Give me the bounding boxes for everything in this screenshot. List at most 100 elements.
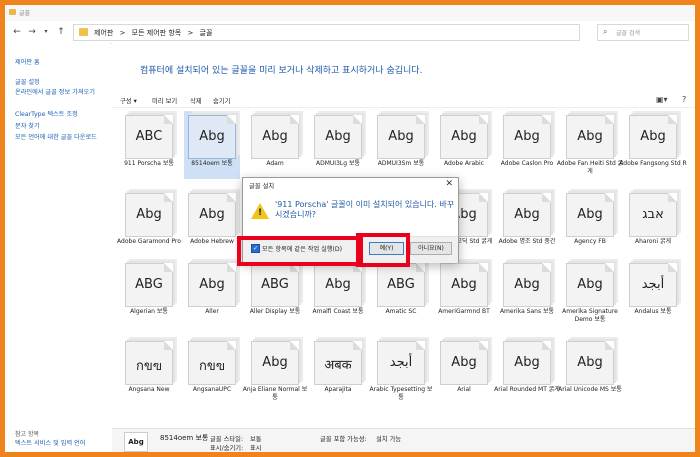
font-thumbnail: अबक bbox=[314, 341, 362, 385]
breadcrumb-separator: > bbox=[119, 29, 126, 37]
embeddability-label: 글꼴 포함 가능성: bbox=[320, 436, 367, 443]
font-sample: Abg bbox=[451, 129, 477, 144]
page-fold bbox=[479, 193, 488, 202]
font-sample: Abg bbox=[577, 355, 603, 370]
font-thumbnail: กขฃ bbox=[188, 341, 236, 385]
page-fold bbox=[668, 263, 677, 272]
close-icon[interactable]: ✕ bbox=[445, 179, 453, 189]
font-name: 8514oem 보통 bbox=[191, 160, 233, 167]
font-thumbnail: ABG bbox=[377, 263, 425, 307]
font-name: Adobe Fangsong Std R bbox=[619, 160, 687, 167]
view-options-icon[interactable]: ▣▾ bbox=[656, 95, 668, 104]
no-button[interactable]: 아니요(N) bbox=[410, 242, 452, 255]
font-thumbnail: Abg bbox=[566, 115, 614, 159]
character-map-link[interactable]: 문자 찾기 bbox=[15, 123, 107, 131]
show-hide-value: 표시 bbox=[250, 445, 262, 452]
page-fold bbox=[605, 115, 614, 124]
font-thumbnail: Abg bbox=[125, 193, 173, 237]
breadcrumb-item[interactable]: 모든 제어판 항목 bbox=[132, 29, 182, 37]
font-settings-link[interactable]: 글꼴 설정 bbox=[15, 79, 107, 87]
download-fonts-link[interactable]: 모든 언어에 대한 글꼴 다운로드 bbox=[15, 134, 107, 142]
text-services-link[interactable]: 텍스트 서비스 및 입력 언어 bbox=[15, 440, 107, 448]
font-name: Arabic Typesetting 보통 bbox=[369, 386, 433, 401]
page-fold bbox=[227, 341, 236, 350]
help-icon[interactable]: ? bbox=[682, 95, 686, 104]
online-font-info-link[interactable]: 온라인에서 글꼴 정보 가져오기 bbox=[15, 89, 107, 97]
font-thumbnail: Abg bbox=[377, 115, 425, 159]
font-sample: Abg bbox=[262, 355, 288, 370]
page-fold bbox=[416, 263, 425, 272]
forward-arrow-icon[interactable]: → bbox=[26, 25, 38, 39]
font-thumbnail: Abg bbox=[440, 115, 488, 159]
font-thumbnail: กขฃ bbox=[125, 341, 173, 385]
font-name: Amerika Sans 보통 bbox=[499, 308, 555, 315]
font-name: ADMUI3Lg 보통 bbox=[316, 160, 360, 167]
folder-icon bbox=[79, 28, 88, 36]
page-fold bbox=[479, 263, 488, 272]
page-fold bbox=[605, 341, 614, 350]
preview-button[interactable]: 미리 보기 bbox=[152, 96, 177, 105]
font-name: Algerian 보통 bbox=[130, 308, 168, 315]
breadcrumb-item[interactable]: 제어판 bbox=[94, 29, 113, 37]
page-fold bbox=[542, 263, 551, 272]
page-fold bbox=[227, 115, 236, 124]
page-fold bbox=[290, 115, 299, 124]
see-also-heading: 참고 항목 bbox=[15, 431, 39, 438]
organize-button[interactable]: 구성 ▾ bbox=[120, 96, 137, 105]
page-fold bbox=[542, 115, 551, 124]
font-name: 911 Porscha 보통 bbox=[124, 160, 174, 167]
font-name: AmeriGarmnd BT bbox=[438, 308, 490, 315]
style-label: 글꼴 스타일: bbox=[210, 436, 244, 443]
back-arrow-icon[interactable]: ← bbox=[11, 25, 23, 39]
control-panel-home-link[interactable]: 제어판 홈 bbox=[15, 59, 107, 67]
page-fold bbox=[605, 193, 614, 202]
font-thumbnail: أبجد bbox=[629, 263, 677, 307]
font-name: Adam bbox=[266, 160, 284, 167]
font-sample: Abg bbox=[136, 207, 162, 222]
delete-button[interactable]: 삭제 bbox=[190, 96, 202, 105]
font-sample: أبجد bbox=[389, 355, 413, 370]
search-placeholder: 글꼴 검색 bbox=[616, 30, 640, 37]
font-thumbnail: Abg bbox=[251, 115, 299, 159]
font-name: Arial bbox=[457, 386, 471, 393]
font-name: Aller Display 보통 bbox=[249, 308, 301, 315]
font-sample: ABG bbox=[135, 277, 163, 292]
font-name: Amerika Signature Demo 보통 bbox=[562, 308, 618, 323]
font-sample: Abg bbox=[451, 277, 477, 292]
font-thumbnail: Abg bbox=[314, 115, 362, 159]
font-sample: Abg bbox=[577, 207, 603, 222]
yes-button-highlight-box bbox=[356, 233, 410, 267]
font-sample: أبجد bbox=[641, 277, 665, 292]
font-thumbnail: Abg bbox=[503, 193, 551, 237]
page-fold bbox=[479, 115, 488, 124]
font-sample: Abg bbox=[514, 277, 540, 292]
font-name: Arial Rounded MT 굵게 bbox=[494, 386, 560, 393]
font-name: Adobe Hebrew bbox=[190, 238, 234, 245]
font-sample: Abg bbox=[199, 129, 225, 144]
page-fold bbox=[164, 341, 173, 350]
up-arrow-icon[interactable]: ↑ bbox=[55, 25, 67, 39]
font-thumbnail: Abg bbox=[566, 263, 614, 307]
search-input[interactable]: ⌕ 글꼴 검색 bbox=[597, 24, 689, 41]
chevron-down-icon[interactable]: ▾ bbox=[40, 25, 52, 39]
page-fold bbox=[290, 341, 299, 350]
font-sample: Abg bbox=[388, 129, 414, 144]
font-name: Adobe Caslon Pro bbox=[500, 160, 554, 167]
cleartype-link[interactable]: ClearType 텍스트 조정 bbox=[15, 111, 107, 119]
page-fold bbox=[227, 193, 236, 202]
font-sample: אבג bbox=[642, 207, 664, 222]
breadcrumb-item[interactable]: 글꼴 bbox=[200, 29, 213, 37]
page-fold bbox=[479, 341, 488, 350]
font-preview-icon: Abg bbox=[124, 432, 148, 452]
font-sample: กขฃ bbox=[199, 359, 225, 374]
page-fold bbox=[164, 263, 173, 272]
page-fold bbox=[542, 193, 551, 202]
font-thumbnail: ABC bbox=[125, 115, 173, 159]
font-sample: Abg bbox=[514, 129, 540, 144]
checkbox-highlight-box bbox=[237, 236, 363, 266]
font-name: Aller bbox=[205, 308, 219, 315]
warning-exclamation: ! bbox=[258, 208, 263, 218]
address-bar-row: ← → ▾ ↑ 제어판 > 모든 제어판 항목 > 글꼴 ⌕ 글꼴 검색 bbox=[5, 21, 695, 44]
address-field[interactable]: 제어판 > 모든 제어판 항목 > 글꼴 bbox=[73, 24, 580, 41]
hide-button[interactable]: 숨기기 bbox=[213, 96, 230, 105]
